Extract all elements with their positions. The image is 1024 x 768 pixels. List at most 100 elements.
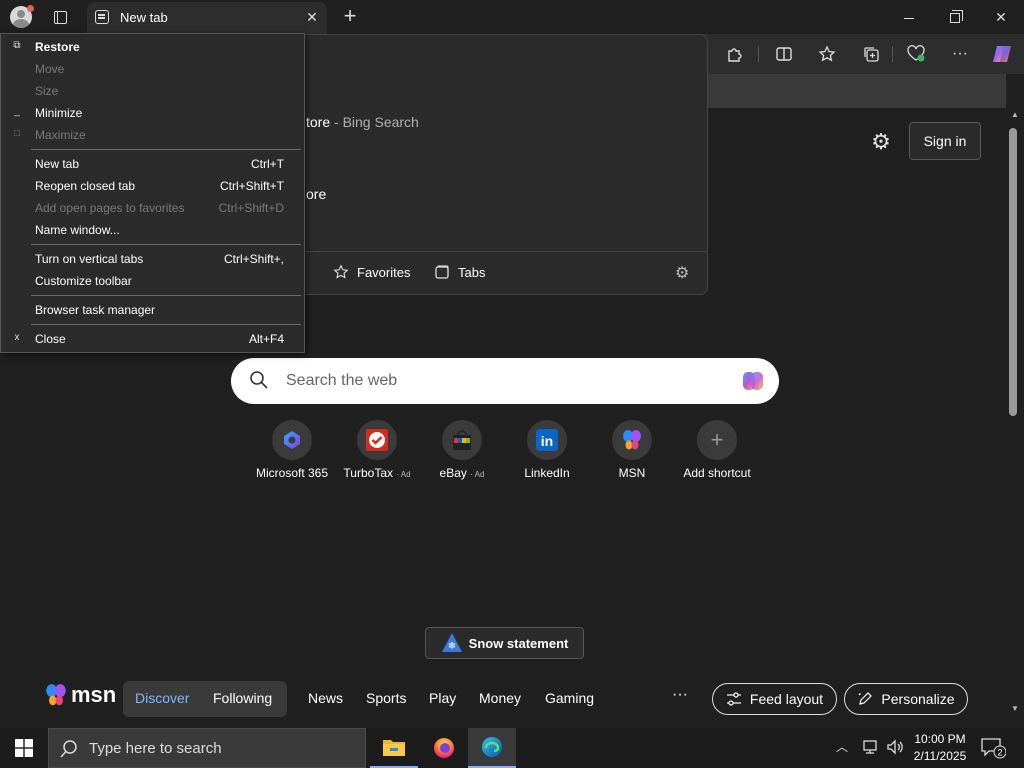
minimize-icon: _ xyxy=(14,106,20,117)
shortcut-label: TurboTax xyxy=(343,466,393,480)
nav-money[interactable]: Money xyxy=(479,690,521,706)
menu-item-add-to-favorites: Add open pages to favorites Ctrl+Shift+D xyxy=(1,197,304,219)
taskbar-edge[interactable] xyxy=(468,728,516,768)
notification-center-icon[interactable]: 2 xyxy=(980,736,1007,760)
menu-item-label: New tab xyxy=(35,157,80,171)
shortcut-label: LinkedIn xyxy=(524,466,570,480)
shortcut-turbotax[interactable]: TurboTax · Ad xyxy=(334,420,420,484)
nav-sports[interactable]: Sports xyxy=(366,690,406,706)
flyout-settings-gear-icon[interactable]: ⚙ xyxy=(675,263,689,283)
sign-in-button[interactable]: Sign in xyxy=(909,122,981,160)
taskbar-search-box[interactable]: Type here to search xyxy=(48,728,366,768)
copilot-icon[interactable] xyxy=(988,40,1016,68)
menu-item-shortcut: Alt+F4 xyxy=(248,332,284,346)
search-icon xyxy=(250,371,268,389)
nav-gaming[interactable]: Gaming xyxy=(545,690,594,706)
menu-item-reopen-closed-tab[interactable]: Reopen closed tab Ctrl+Shift+T xyxy=(1,175,304,197)
msn-logo[interactable]: msn xyxy=(43,682,116,708)
menu-item-label: Move xyxy=(35,62,65,76)
menu-item-task-manager[interactable]: Browser task manager xyxy=(1,299,304,321)
feed-segmented-control: Discover Following xyxy=(123,681,287,717)
menu-item-label: Browser task manager xyxy=(35,303,156,317)
menu-item-vertical-tabs[interactable]: Turn on vertical tabs Ctrl+Shift+, xyxy=(1,248,304,270)
personalize-button[interactable]: Personalize xyxy=(844,683,968,715)
profile-button[interactable] xyxy=(6,3,36,31)
scrollbar-thumb[interactable] xyxy=(1009,128,1017,416)
add-shortcut-button[interactable]: + Add shortcut xyxy=(674,420,760,484)
profile-alert-dot xyxy=(27,5,34,12)
window-minimize-button[interactable] xyxy=(889,4,929,30)
close-x-icon: x xyxy=(14,332,20,343)
edge-icon xyxy=(482,737,502,757)
menu-separator xyxy=(31,149,301,150)
pencil-sparkle-icon xyxy=(859,692,873,705)
menu-item-name-window[interactable]: Name window... xyxy=(1,219,304,241)
menu-item-restore[interactable]: ⧉ Restore xyxy=(1,36,304,58)
menu-item-close[interactable]: x Close Alt+F4 xyxy=(1,328,304,350)
menu-item-new-tab[interactable]: New tab Ctrl+T xyxy=(1,153,304,175)
shortcut-msn[interactable]: MSN xyxy=(589,420,675,484)
svg-text:❄: ❄ xyxy=(447,641,455,652)
flyout-suggestion-1-source: - Bing Search xyxy=(330,114,419,130)
shortcut-label: MSN xyxy=(618,466,646,480)
flyout-suggestion-2[interactable]: ore xyxy=(306,186,326,202)
taskbar-firefox[interactable] xyxy=(420,728,468,768)
menu-item-minimize[interactable]: _ Minimize xyxy=(1,102,304,124)
flyout-favorites-label: Favorites xyxy=(357,264,411,280)
flyout-tabs-button[interactable]: Tabs xyxy=(434,264,485,280)
shortcut-linkedin[interactable]: in LinkedIn xyxy=(504,420,590,484)
ad-marker: · Ad xyxy=(396,470,411,479)
extensions-icon[interactable] xyxy=(721,40,749,68)
plus-icon: + xyxy=(697,420,737,460)
shortcut-label: eBay xyxy=(439,466,467,480)
window-restore-button[interactable] xyxy=(935,4,975,30)
tab-title: New tab xyxy=(120,10,168,25)
flyout-suggestion-1[interactable]: tore - Bing Search xyxy=(306,114,419,130)
flyout-favorites-button[interactable]: Favorites xyxy=(333,264,410,280)
shortcut-microsoft-365[interactable]: Microsoft 365 xyxy=(249,420,335,484)
taskbar-file-explorer[interactable] xyxy=(370,728,418,768)
windows-taskbar: Type here to search ︿ 10:00 PM 2/11/2025… xyxy=(0,728,1024,768)
scroll-up-arrow-icon[interactable]: ▲ xyxy=(1006,110,1024,124)
show-hidden-icons-chevron-icon[interactable]: ︿ xyxy=(836,738,848,755)
nav-more-icon[interactable]: ··· xyxy=(672,686,688,704)
feed-layout-button[interactable]: Feed layout xyxy=(712,683,837,715)
tab-discover[interactable]: Discover xyxy=(135,690,189,706)
tab-following[interactable]: Following xyxy=(213,690,272,706)
clock-time[interactable]: 10:00 PM xyxy=(914,732,966,746)
search-input[interactable] xyxy=(286,366,716,396)
shortcut-ebay[interactable]: eBay · Ad xyxy=(419,420,505,484)
settings-more-icon[interactable]: ··· xyxy=(946,40,974,68)
menu-item-size: Size xyxy=(1,80,304,102)
network-icon[interactable] xyxy=(862,738,882,756)
nav-news[interactable]: News xyxy=(308,690,343,706)
window-close-button[interactable]: ✕ xyxy=(981,4,1021,30)
tab-close-icon[interactable]: ✕ xyxy=(303,8,321,26)
taskbar-search-placeholder: Type here to search xyxy=(89,740,222,757)
new-tab-button[interactable]: + xyxy=(338,4,362,30)
newtab-favicon-icon xyxy=(95,10,109,24)
web-search-box[interactable] xyxy=(231,358,779,404)
browser-essentials-icon[interactable] xyxy=(902,40,930,68)
svg-text:in: in xyxy=(541,433,553,449)
scroll-down-arrow-icon[interactable]: ▼ xyxy=(1006,704,1024,718)
menu-item-maximize: □ Maximize xyxy=(1,124,304,146)
collections-icon[interactable] xyxy=(857,40,885,68)
nav-play[interactable]: Play xyxy=(429,690,456,706)
snow-warning-icon: ❄ xyxy=(441,633,462,652)
tab-actions-button[interactable] xyxy=(44,4,76,30)
favorites-star-icon[interactable] xyxy=(813,40,841,68)
tab-new-tab[interactable]: New tab ✕ xyxy=(87,2,327,34)
split-screen-icon[interactable] xyxy=(770,40,798,68)
clock-date[interactable]: 2/11/2025 xyxy=(910,749,970,763)
menu-item-shortcut: Ctrl+T xyxy=(251,157,284,171)
copilot-search-icon[interactable] xyxy=(739,367,767,395)
weather-alert-button[interactable]: ❄ Snow statement xyxy=(425,627,584,659)
menu-item-label: Name window... xyxy=(35,223,120,237)
page-settings-gear-icon[interactable]: ⚙ xyxy=(866,127,896,157)
menu-item-label: Turn on vertical tabs xyxy=(35,252,144,266)
start-button[interactable] xyxy=(6,732,42,764)
menu-item-customize-toolbar[interactable]: Customize toolbar xyxy=(1,270,304,292)
volume-icon[interactable] xyxy=(886,738,906,756)
menu-separator xyxy=(31,244,301,245)
